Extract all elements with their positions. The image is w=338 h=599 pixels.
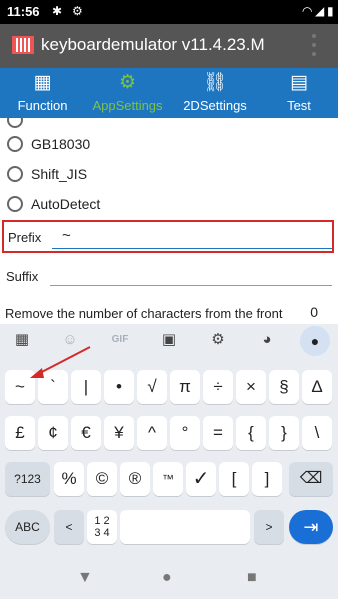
grid-icon: ▦ (33, 72, 52, 93)
clipboard-icon[interactable]: ▣ (157, 329, 181, 351)
key-numpad-toggle[interactable]: 1 2 3 4 (87, 510, 117, 544)
signal-icon: ◢ (315, 4, 325, 18)
tab-bar: ▦ Function ⚙ AppSettings ⛓ 2DSettings ▤ … (0, 68, 338, 118)
radio-option-shift-jis[interactable]: Shift_JIS (7, 164, 87, 184)
tab-label: AppSettings (92, 98, 163, 113)
key-caret[interactable]: ^ (137, 416, 167, 450)
radio-button[interactable] (7, 166, 23, 182)
tab-2dsettings[interactable]: ⛓ 2DSettings (170, 68, 260, 118)
radio-label: Shift_JIS (31, 166, 88, 182)
suffix-label: Suffix (6, 269, 39, 284)
recents-icon[interactable]: ■ (247, 569, 257, 587)
space-key[interactable] (120, 510, 250, 544)
radio-option-autodetect[interactable]: AutoDetect (7, 194, 100, 214)
navigation-bar: ▼ ● ■ (0, 560, 338, 599)
key-bullet[interactable]: • (104, 370, 134, 404)
gear-icon: ✱ (52, 4, 63, 18)
palette-icon[interactable]: ◕ (255, 329, 279, 351)
link-icon: ⛓ (202, 72, 228, 93)
radio-label: AutoDetect (31, 196, 101, 212)
home-icon[interactable]: ● (162, 569, 172, 587)
key-less-than[interactable]: < (54, 510, 84, 544)
radio-option-gb18030[interactable]: GB18030 (7, 134, 90, 154)
key-equals[interactable]: = (203, 416, 233, 450)
key-left-bracket[interactable]: [ (219, 462, 249, 496)
tab-label: Function (17, 98, 68, 113)
radio-label: GB18030 (31, 136, 91, 152)
backspace-key[interactable]: ⌫ (289, 462, 333, 496)
radio-button[interactable] (7, 136, 23, 152)
annotation-arrow (30, 346, 91, 378)
calculator-icon: ▤ (290, 72, 308, 93)
battery-icon: ▮ (327, 4, 334, 18)
key-pound[interactable]: £ (5, 416, 35, 450)
status-time: 11:56 (7, 4, 40, 19)
key-greater-than[interactable]: > (254, 510, 284, 544)
key-pi[interactable]: π (170, 370, 200, 404)
key-divide[interactable]: ÷ (203, 370, 233, 404)
key-right-bracket[interactable]: ] (252, 462, 282, 496)
radio-button[interactable] (7, 196, 23, 212)
key-euro[interactable]: € (71, 416, 101, 450)
wifi-icon: ◠ (302, 4, 313, 18)
key-backslash[interactable]: \ (302, 416, 332, 450)
radio-button[interactable] (7, 118, 23, 128)
tab-test[interactable]: ▤ Test (260, 68, 338, 118)
key-sqrt[interactable]: √ (137, 370, 167, 404)
enter-key[interactable]: ⇥ (289, 510, 333, 544)
tab-appsettings[interactable]: ⚙ AppSettings (85, 68, 170, 118)
key-yen[interactable]: ¥ (104, 416, 134, 450)
settings-sync-icon: ⚙ (72, 4, 83, 18)
key-copyright[interactable]: © (87, 462, 117, 496)
status-bar: 11:56 ✱ ⚙ ◠ ◢ ▮ (0, 0, 338, 24)
back-icon[interactable]: ▼ (77, 569, 93, 587)
key-section[interactable]: § (269, 370, 299, 404)
app-title: keyboardemulator v11.4.23.M (41, 35, 265, 54)
prefix-input[interactable]: ~ (52, 227, 332, 249)
app-icon (12, 36, 34, 54)
key-symbols-123[interactable]: ?123 (5, 462, 50, 496)
remove-front-value[interactable]: 0 (310, 304, 318, 320)
key-trademark[interactable]: ™ (153, 462, 183, 496)
tab-function[interactable]: ▦ Function (0, 68, 85, 118)
prefix-label: Prefix (8, 230, 42, 245)
app-bar: keyboardemulator v11.4.23.M (0, 24, 338, 68)
prefix-highlight: Prefix ~ (2, 220, 334, 253)
key-left-brace[interactable]: { (236, 416, 266, 450)
key-checkmark[interactable]: ✓ (186, 462, 216, 496)
gif-button[interactable]: GIF (108, 329, 132, 351)
tab-label: Test (287, 98, 311, 113)
key-delta[interactable]: Δ (302, 370, 332, 404)
mic-icon[interactable]: ● (300, 326, 330, 356)
suffix-input[interactable] (50, 264, 332, 286)
key-abc[interactable]: ABC (5, 510, 50, 544)
tab-label: 2DSettings (183, 98, 247, 113)
key-multiply[interactable]: × (236, 370, 266, 404)
key-degree[interactable]: ° (170, 416, 200, 450)
key-right-brace[interactable]: } (269, 416, 299, 450)
remove-front-label: Remove the number of characters from the… (5, 306, 283, 321)
settings-content: GB18030 Shift_JIS AutoDetect Prefix ~ Su… (0, 118, 338, 324)
gear-icon: ⚙ (118, 72, 137, 93)
key-registered[interactable]: ® (120, 462, 150, 496)
radio-option-partial[interactable] (7, 118, 31, 130)
key-percent[interactable]: % (54, 462, 84, 496)
overflow-menu-icon[interactable] (312, 34, 318, 56)
numpad-toggle-label: 1 2 3 4 (94, 515, 110, 539)
settings-icon[interactable]: ⚙ (206, 329, 230, 351)
key-cent[interactable]: ¢ (38, 416, 68, 450)
